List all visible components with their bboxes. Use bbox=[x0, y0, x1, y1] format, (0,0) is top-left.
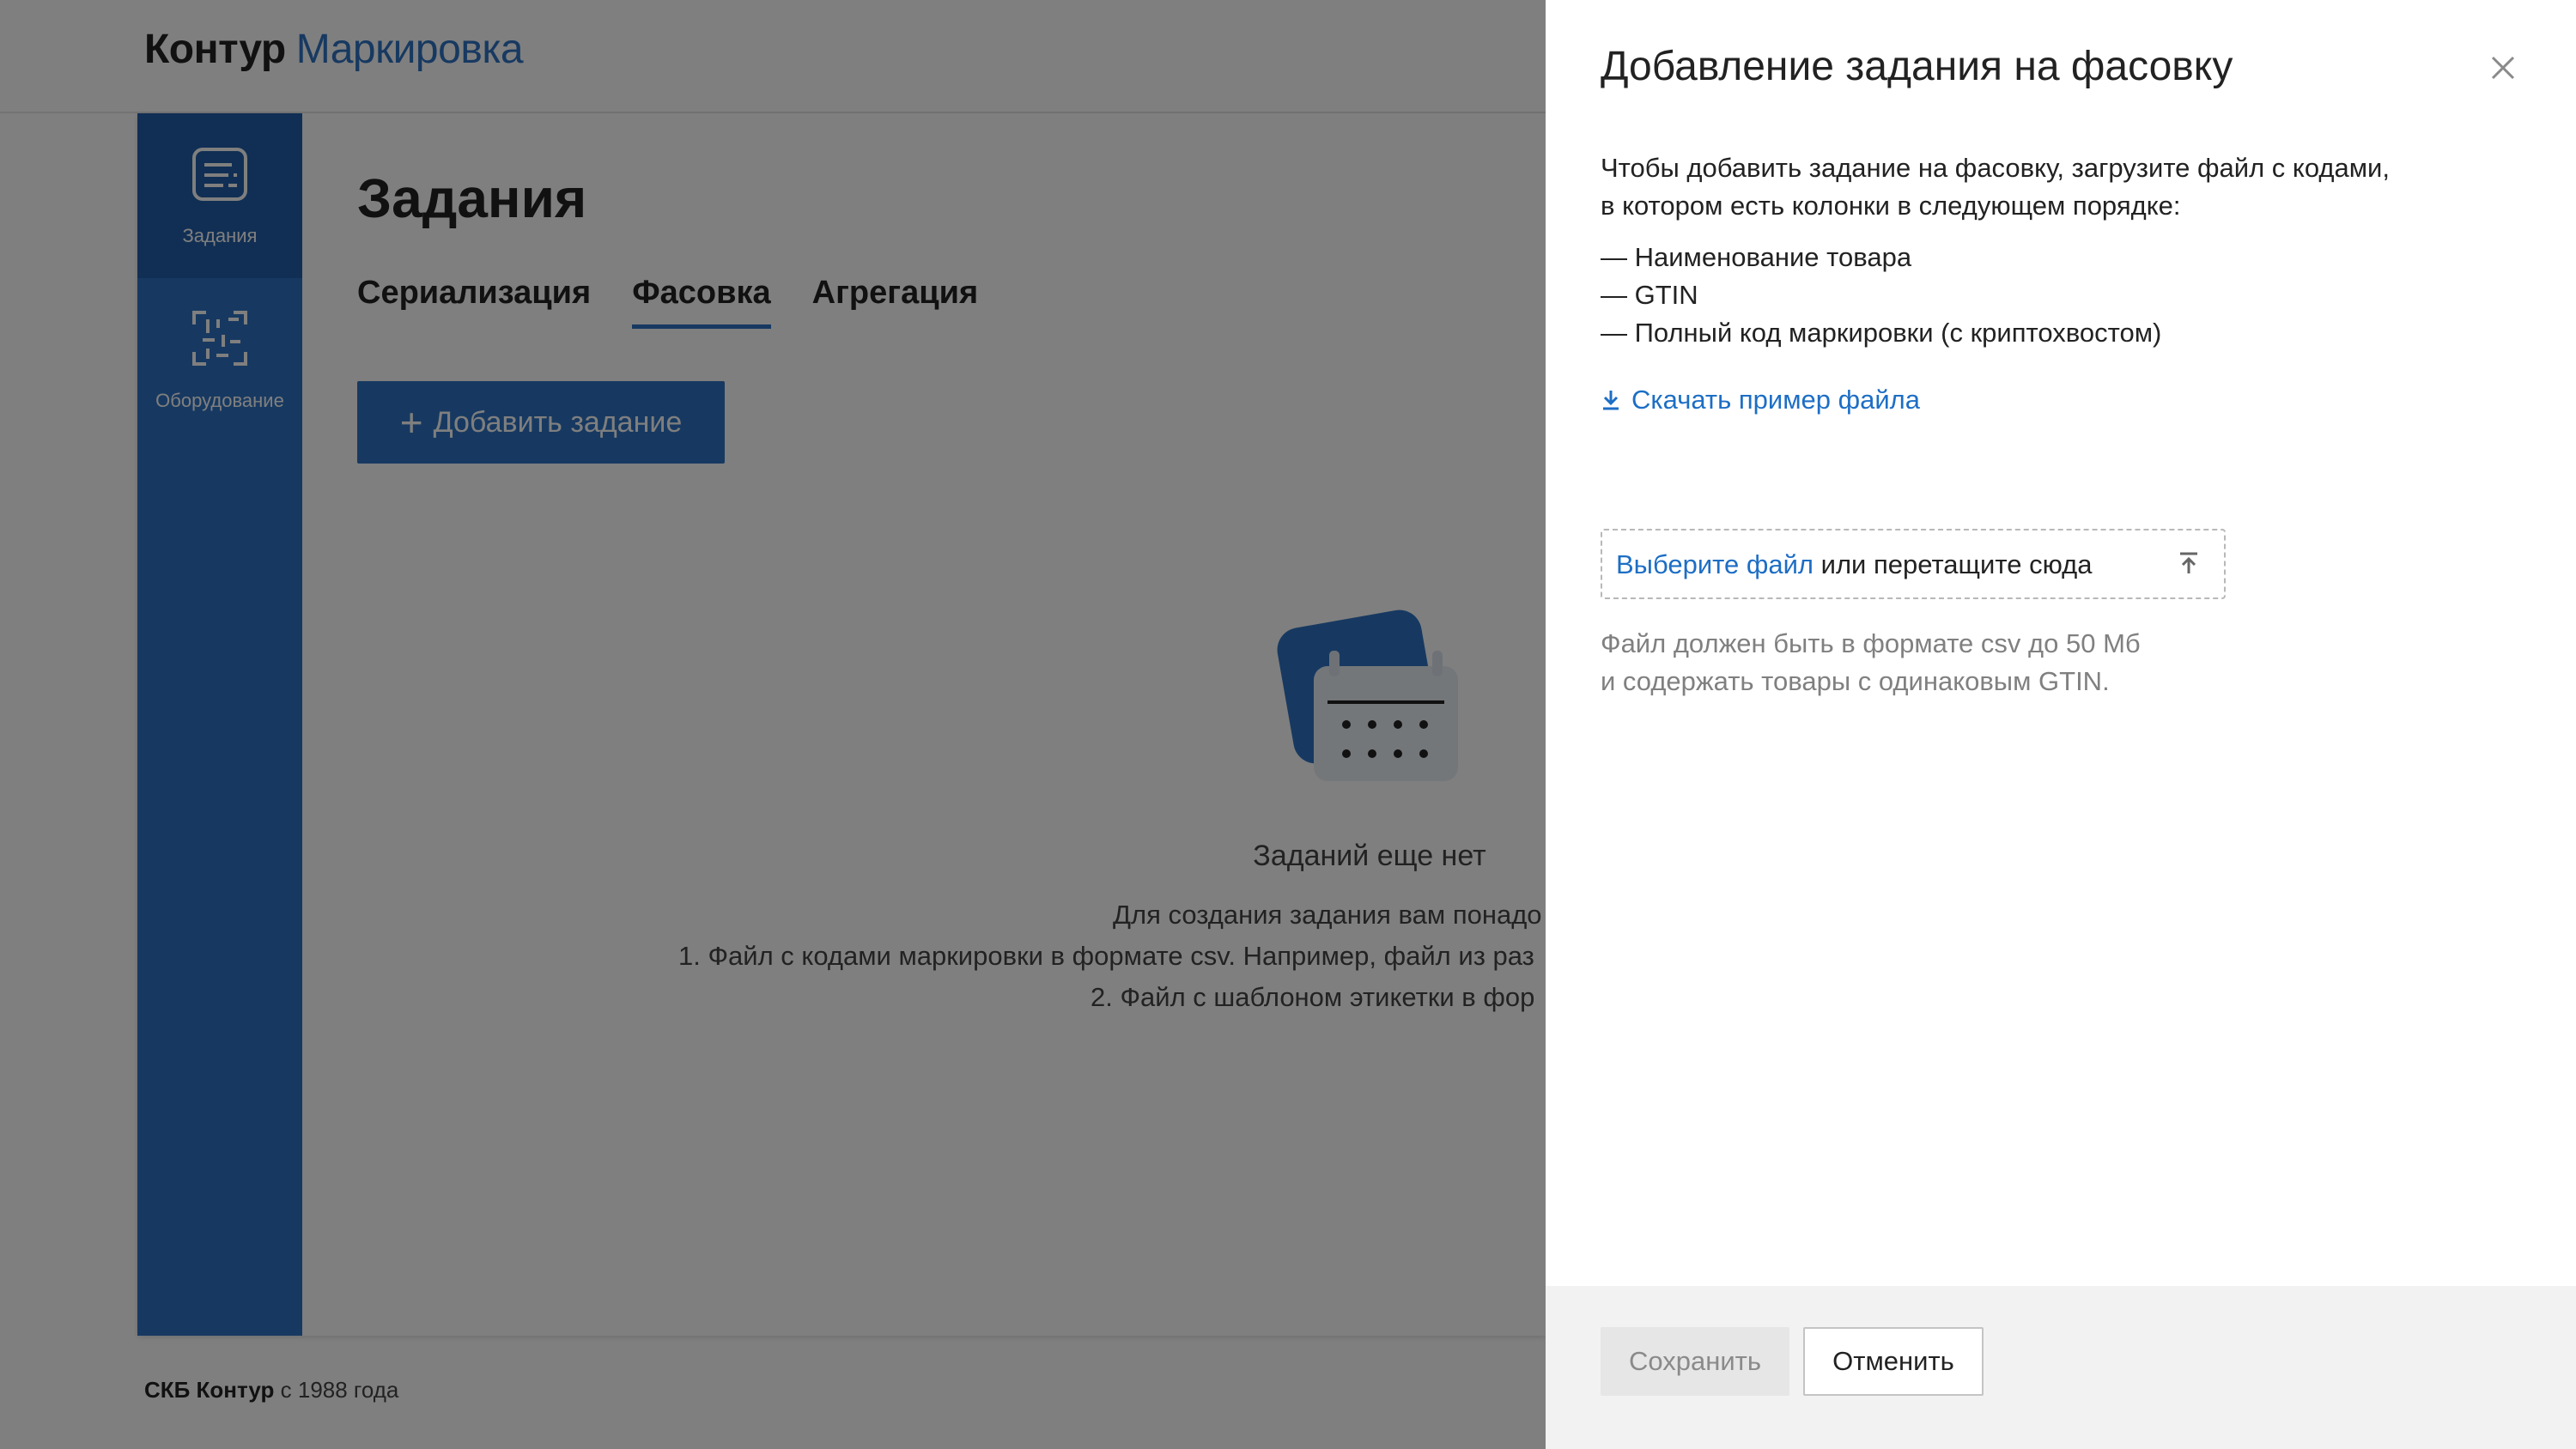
side-panel: Добавление задания на фасовку Чтобы доба… bbox=[1546, 0, 2576, 1449]
column-item: — Полный код маркировки (с криптохвостом… bbox=[1601, 318, 2162, 348]
cancel-button[interactable]: Отменить bbox=[1803, 1327, 1984, 1396]
panel-title: Добавление задания на фасовку bbox=[1601, 44, 2233, 89]
save-button[interactable]: Сохранить bbox=[1601, 1327, 1789, 1396]
column-item: — GTIN bbox=[1601, 280, 1698, 310]
download-example-link[interactable]: Скачать пример файла bbox=[1601, 385, 1920, 415]
intro-line-2: в котором есть колонки в следующем поряд… bbox=[1601, 191, 2181, 221]
dropzone-drag-text: или перетащите сюда bbox=[1814, 549, 2093, 579]
panel-footer: Сохранить Отменить bbox=[1546, 1286, 2576, 1449]
intro-line-1: Чтобы добавить задание на фасовку, загру… bbox=[1601, 153, 2390, 183]
file-hint-line-2: и содержать товары с одинаковым GTIN. bbox=[1601, 666, 2110, 696]
file-dropzone[interactable]: Выберите файл или перетащите сюда bbox=[1601, 529, 2226, 599]
download-label: Скачать пример файла bbox=[1631, 385, 1921, 415]
download-icon bbox=[1603, 391, 1619, 410]
dropzone-text: Выберите файл или перетащите сюда bbox=[1616, 549, 2092, 580]
column-item: — Наименование товара bbox=[1601, 242, 1912, 272]
file-hint-line-1: Файл должен быть в формате csv до 50 Мб bbox=[1601, 628, 2141, 658]
close-icon[interactable] bbox=[2488, 53, 2518, 82]
choose-file-link[interactable]: Выберите файл bbox=[1616, 549, 1814, 579]
upload-icon bbox=[2180, 552, 2197, 573]
